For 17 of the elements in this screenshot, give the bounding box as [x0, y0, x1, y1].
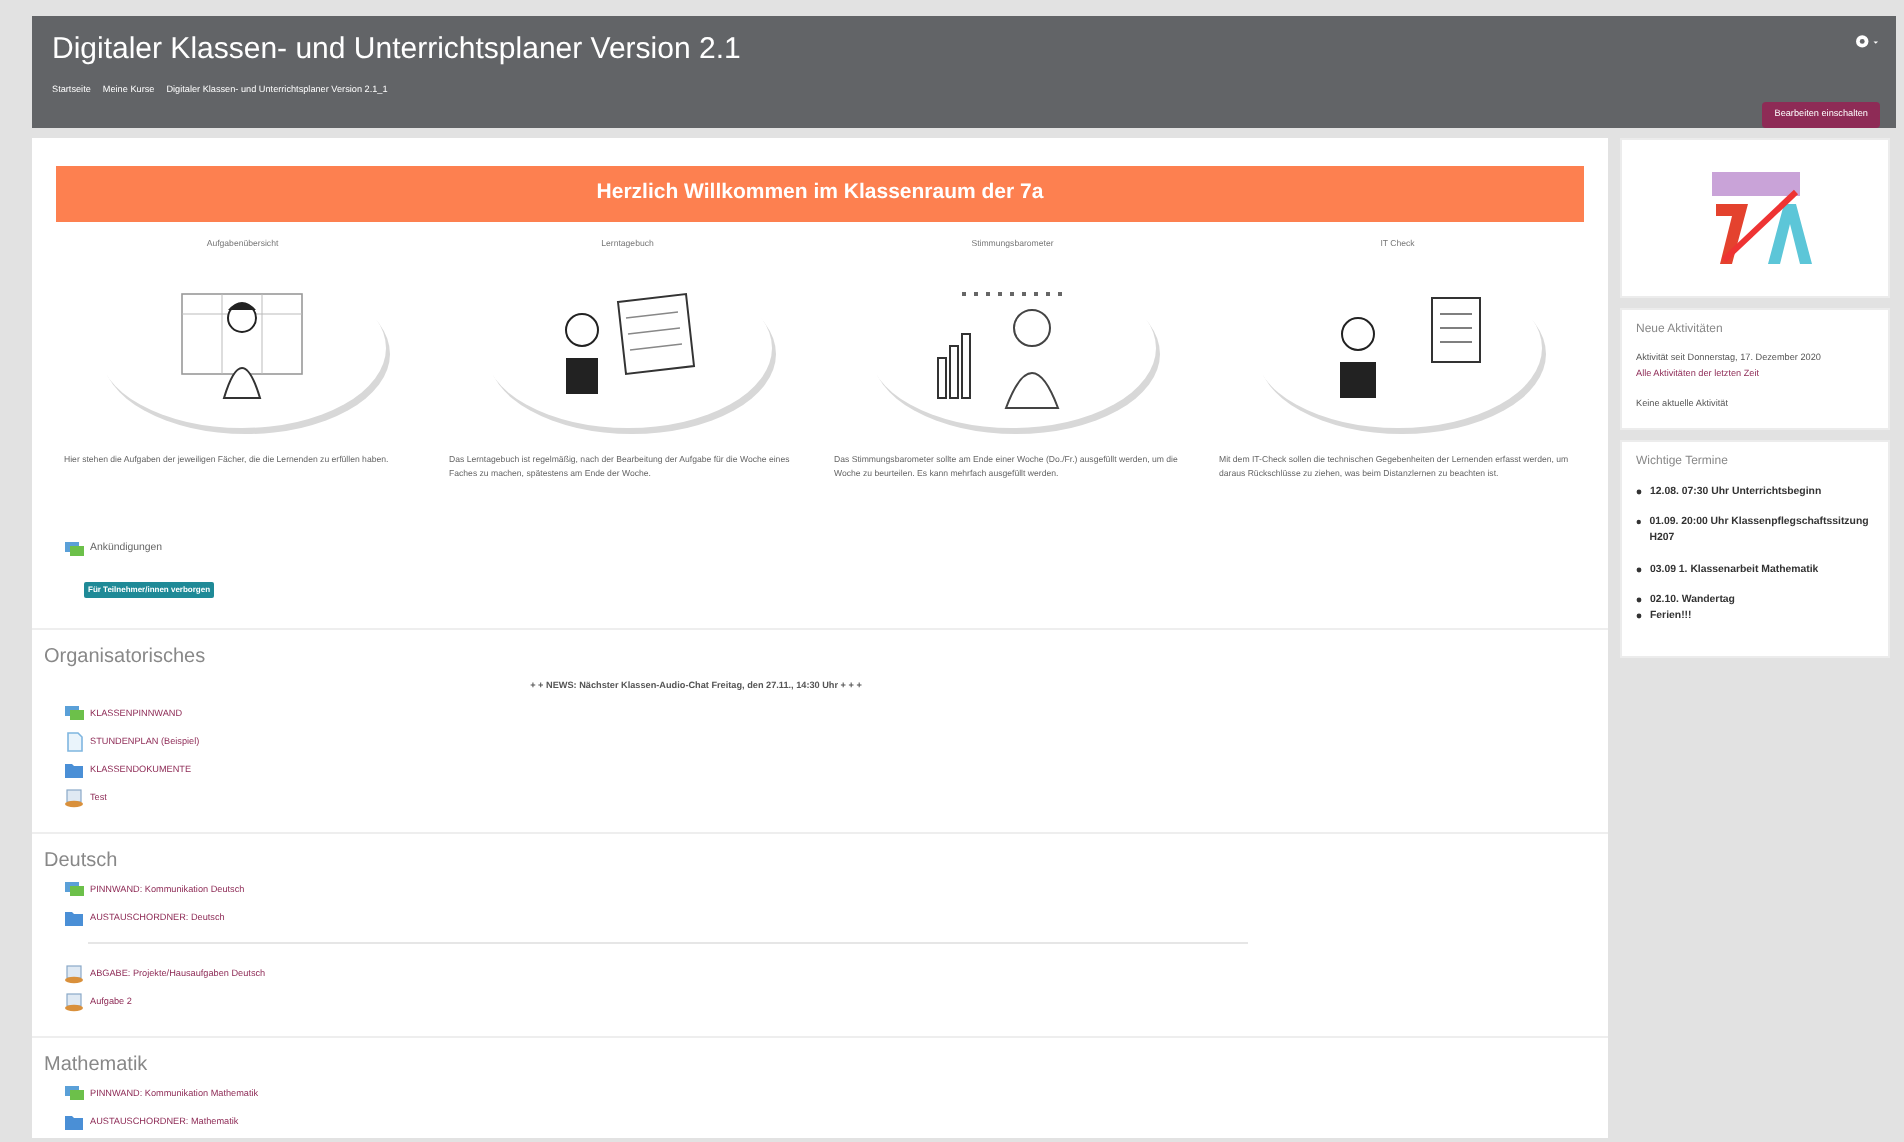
section-title: Mathematik: [44, 1051, 150, 1080]
folder-icon: [64, 1111, 84, 1132]
settings-icon[interactable]: [1852, 32, 1880, 51]
course-title: Digitaler Klassen- und Unterrichtsplaner Version 2.1: [52, 32, 741, 68]
welcome-banner: Herzlich Willkommen im Klassenraum der 7a: [56, 166, 1584, 222]
forum-icon: [64, 879, 84, 900]
section-title: Deutsch: [44, 847, 120, 876]
forum-icon: [64, 1083, 84, 1104]
section-title: Organisatorisches: [44, 644, 208, 673]
folder-icon: [64, 759, 84, 780]
page-icon: [64, 731, 84, 752]
assignment-icon: [64, 991, 84, 1012]
assignment-icon: [64, 787, 84, 808]
forum-icon: [64, 540, 84, 561]
folder-icon: [64, 907, 84, 928]
assignment-icon: [64, 963, 84, 984]
forum-icon: [64, 703, 84, 724]
